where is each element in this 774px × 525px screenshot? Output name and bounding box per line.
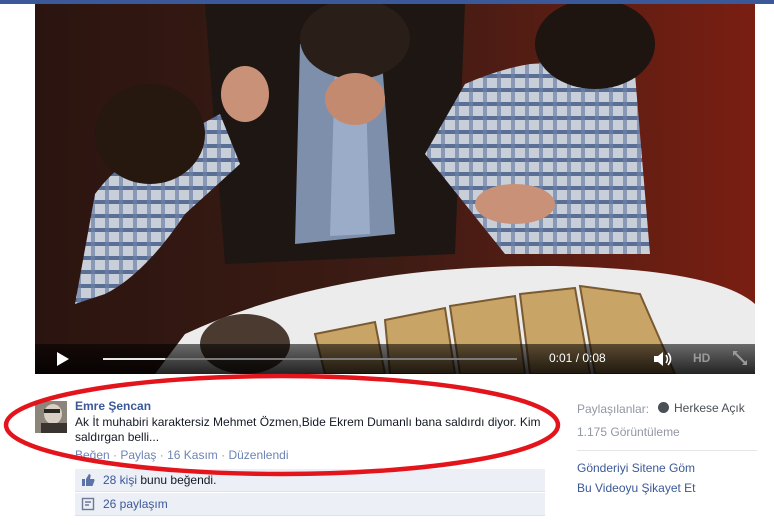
time-display: 0:01 / 0:08 [549, 351, 606, 365]
video-player[interactable]: 0:01 / 0:08 HD [35, 4, 755, 374]
volume-icon[interactable] [653, 351, 673, 367]
globe-icon [658, 402, 669, 413]
share-icon [81, 497, 95, 511]
seek-progress [103, 358, 166, 360]
audience-selector[interactable]: Herkese Açık [658, 401, 745, 415]
likes-row: 28 kişi bunu beğendi. [75, 469, 545, 492]
audience-value: Herkese Açık [674, 401, 745, 415]
video-controls: 0:01 / 0:08 HD [35, 344, 755, 374]
separator: · [109, 448, 121, 462]
like-link[interactable]: Beğen [75, 448, 110, 462]
play-icon[interactable] [57, 352, 69, 366]
seek-bar[interactable] [103, 358, 517, 360]
likes-count-link[interactable]: 28 kişi [103, 473, 137, 487]
post-message: Ak İt muhabiri karaktersiz Mehmet Özmen,… [75, 415, 541, 444]
likes-rest: bunu beğendi. [140, 473, 217, 487]
audience-label: Paylaşılanlar: [577, 402, 650, 416]
embed-post-link[interactable]: Gönderiyi Sitene Göm [577, 461, 695, 475]
post-actions: Beğen · Paylaş · 16 Kasım · Düzenlendi [75, 448, 289, 462]
separator: · [217, 448, 229, 462]
post-date[interactable]: 16 Kasım [167, 448, 218, 462]
edited-link[interactable]: Düzenlendi [228, 448, 288, 462]
share-link[interactable]: Paylaş [120, 448, 156, 462]
fullscreen-icon[interactable] [732, 350, 748, 366]
video-frame [35, 4, 755, 374]
hd-button[interactable]: HD [693, 351, 710, 365]
avatar[interactable] [35, 401, 67, 433]
report-video-link[interactable]: Bu Videoyu Şikayet Et [577, 481, 696, 495]
post-author[interactable]: Emre Şencan [75, 399, 151, 413]
shares-link[interactable]: 26 paylaşım [103, 497, 168, 511]
shares-row: 26 paylaşım [75, 493, 545, 516]
view-count: 1.175 Görüntüleme [577, 425, 680, 439]
like-icon [82, 474, 95, 486]
separator: · [156, 448, 168, 462]
likes-text: 28 kişi bunu beğendi. [103, 473, 216, 487]
divider [577, 450, 757, 451]
avatar-image [35, 401, 67, 433]
